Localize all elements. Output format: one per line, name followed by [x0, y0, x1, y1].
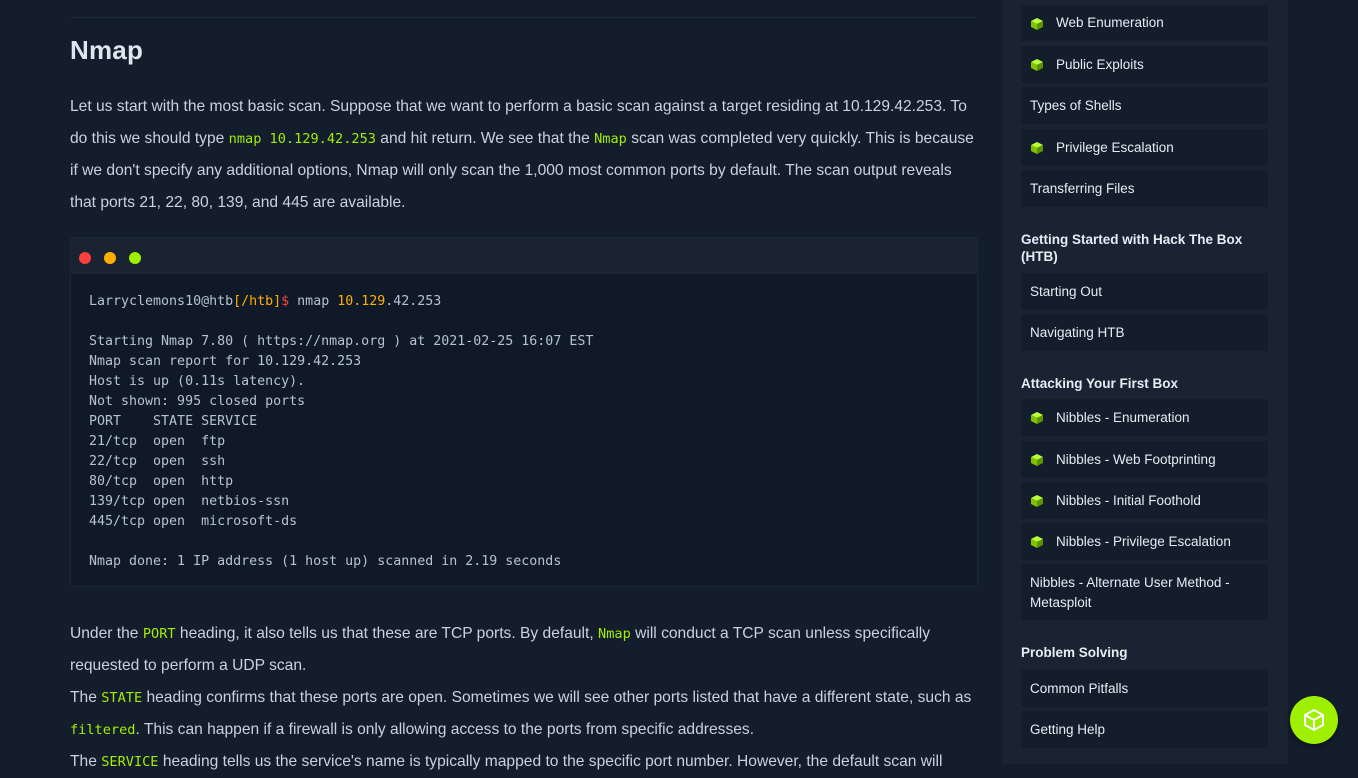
section-heading: Nmap	[70, 35, 144, 65]
right-gutter	[1288, 0, 1358, 764]
sidebar-item-label: Nibbles - Alternate User Method - Metasp…	[1030, 575, 1230, 610]
text: The	[70, 753, 102, 770]
command-ip-highlight: 10.129	[337, 294, 386, 309]
prompt-symbol: $	[281, 294, 290, 309]
sidebar-item-common-pitfalls[interactable]: Common Pitfalls	[1021, 670, 1268, 707]
sidebar-item-public-exploits[interactable]: Public Exploits	[1021, 46, 1268, 83]
main-content: Nmap Let us start with the most basic sc…	[0, 0, 1002, 770]
text: and hit return. We see that the	[375, 130, 595, 147]
close-dot-icon	[79, 252, 91, 264]
inline-code: STATE	[101, 690, 143, 706]
cube-icon	[1031, 536, 1043, 548]
terminal-window: Larryclemons10@htb[/htb]$ nmap 10.129.42…	[70, 237, 978, 587]
text: heading tells us the service's name is t…	[158, 753, 943, 770]
sidebar-item-nibbles-privilege-escalation[interactable]: Nibbles - Privilege Escalation	[1021, 523, 1268, 560]
sidebar-item-label: Web Enumeration	[1056, 15, 1164, 30]
sidebar-item-transferring-files[interactable]: Transferring Files	[1021, 170, 1268, 207]
sidebar-item-nibbles-alternate-user-method[interactable]: Nibbles - Alternate User Method - Metasp…	[1021, 564, 1268, 620]
output-line: Starting Nmap 7.80 ( https://nmap.org ) …	[89, 334, 594, 349]
minimize-dot-icon	[104, 252, 116, 264]
sidebar-item-starting-out[interactable]: Starting Out	[1021, 273, 1268, 310]
terminal-titlebar	[71, 238, 977, 274]
sidebar-item-types-of-shells[interactable]: Types of Shells	[1021, 87, 1268, 124]
cube-icon	[1031, 59, 1043, 71]
sidebar-item-nibbles-enumeration[interactable]: Nibbles - Enumeration	[1021, 399, 1268, 436]
divider	[70, 17, 976, 18]
output-line: Not shown: 995 closed ports	[89, 394, 306, 409]
output-line: PORT STATE SERVICE	[89, 414, 258, 429]
output-line: 445/tcp open microsoft-ds	[89, 514, 298, 529]
sidebar-item-label: Common Pitfalls	[1030, 681, 1129, 696]
sidebar-section-htb: Getting Started with Hack The Box (HTB)	[1021, 232, 1243, 264]
sidebar-item-label: Nibbles - Privilege Escalation	[1056, 534, 1231, 549]
sidebar-item-label: Privilege Escalation	[1056, 140, 1174, 155]
sidebar-item-nibbles-web-footprinting[interactable]: Nibbles - Web Footprinting	[1021, 441, 1268, 478]
text: heading confirms that these ports are op…	[142, 689, 972, 706]
inline-code: PORT	[142, 626, 176, 642]
command-text: nmap	[289, 294, 338, 309]
output-line: 21/tcp open ftp	[89, 434, 226, 449]
sidebar-item-label: Nibbles - Initial Foothold	[1056, 493, 1201, 508]
command-ip-rest: .42.253	[385, 294, 442, 309]
cube-icon	[1031, 142, 1043, 154]
cube-icon	[1031, 454, 1043, 466]
terminal-prompt-line: Larryclemons10@htb[/htb]$ nmap 10.129.42…	[89, 292, 967, 312]
cube-icon	[1031, 18, 1043, 30]
paragraph-state: The STATE heading confirms that these po…	[70, 682, 980, 746]
maximize-dot-icon	[129, 252, 141, 264]
sidebar-section-problem-solving: Problem Solving	[1021, 645, 1128, 660]
inline-code: SERVICE	[101, 754, 159, 770]
paragraph-port: Under the PORT heading, it also tells us…	[70, 618, 980, 682]
sidebar-item-label: Navigating HTB	[1030, 325, 1125, 340]
text: The	[70, 689, 102, 706]
sidebar-section-first-box: Attacking Your First Box	[1021, 376, 1179, 391]
output-line: Nmap done: 1 IP address (1 host up) scan…	[89, 554, 562, 569]
sidebar-item-getting-help[interactable]: Getting Help	[1021, 711, 1268, 748]
cube-icon	[1031, 412, 1043, 424]
sidebar-item-label: Starting Out	[1030, 284, 1103, 299]
sidebar-item-navigating-htb[interactable]: Navigating HTB	[1021, 314, 1268, 351]
output-line: Host is up (0.11s latency).	[89, 374, 306, 389]
inline-code: Nmap	[598, 626, 631, 642]
sidebar-item-privilege-escalation[interactable]: Privilege Escalation	[1021, 129, 1268, 166]
sidebar-item-label: Public Exploits	[1056, 57, 1144, 72]
terminal-output[interactable]: Larryclemons10@htb[/htb]$ nmap 10.129.42…	[89, 292, 967, 572]
sidebar-item-label: Nibbles - Web Footprinting	[1056, 452, 1216, 467]
output-line: Nmap scan report for 10.129.42.253	[89, 354, 362, 369]
inline-code: filtered	[70, 722, 136, 738]
paragraph-intro: Let us start with the most basic scan. S…	[70, 91, 980, 219]
sidebar-item-label: Transferring Files	[1030, 181, 1135, 196]
sidebar-item-label: Nibbles - Enumeration	[1056, 410, 1190, 425]
sidebar-item-label: Getting Help	[1030, 722, 1106, 737]
text: heading, it also tells us that these are…	[175, 625, 599, 642]
output-line: 22/tcp open ssh	[89, 454, 226, 469]
paragraph-service: The SERVICE heading tells us the service…	[70, 746, 980, 778]
inline-code: nmap 10.129.42.253	[228, 131, 376, 147]
prompt-path: [/htb]	[233, 294, 282, 309]
text: . This can happen if a firewall is only …	[135, 721, 755, 738]
cube-icon	[1031, 495, 1043, 507]
text: Under the	[70, 625, 143, 642]
prompt-user: Larryclemons10@htb	[89, 294, 234, 309]
floating-action-button[interactable]	[1290, 696, 1338, 744]
sidebar-item-web-enumeration[interactable]: Web Enumeration	[1021, 5, 1268, 41]
output-line: 139/tcp open netbios-ssn	[89, 494, 290, 509]
sidebar-item-nibbles-initial-foothold[interactable]: Nibbles - Initial Foothold	[1021, 482, 1268, 519]
box-icon	[1304, 709, 1324, 731]
inline-code: Nmap	[594, 131, 627, 147]
output-line: 80/tcp open http	[89, 474, 234, 489]
sidebar-item-label: Types of Shells	[1030, 98, 1122, 113]
